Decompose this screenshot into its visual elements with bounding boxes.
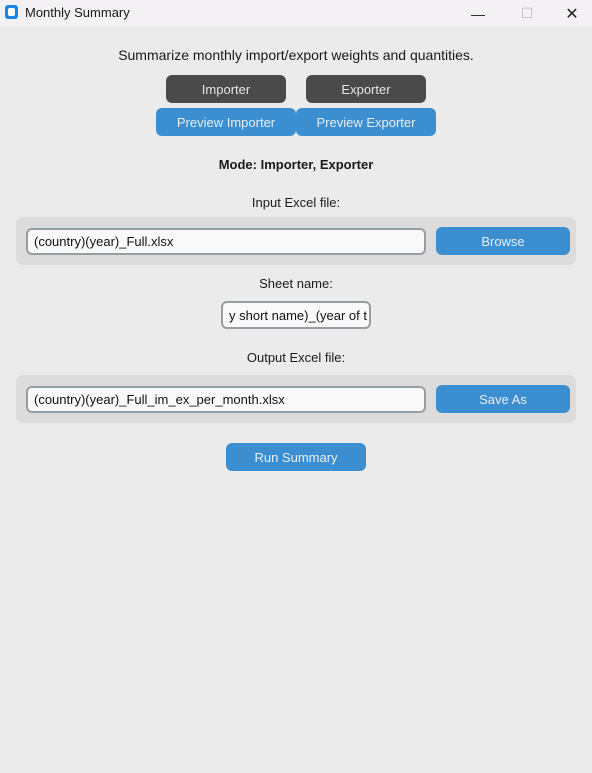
input-file-field[interactable]: (country)(year)_Full.xlsx xyxy=(26,228,426,255)
window-title: Monthly Summary xyxy=(25,5,130,20)
preview-importer-button[interactable]: Preview Importer xyxy=(156,108,296,136)
browse-button[interactable]: Browse xyxy=(436,227,570,255)
minimize-button[interactable]: — xyxy=(455,0,501,27)
preview-exporter-button[interactable]: Preview Exporter xyxy=(296,108,436,136)
input-file-label: Input Excel file: xyxy=(251,195,341,210)
close-button[interactable]: ✕ xyxy=(549,0,592,27)
output-file-label: Output Excel file: xyxy=(246,350,346,365)
description-text: Summarize monthly import/export weights … xyxy=(118,47,474,63)
app-icon xyxy=(5,5,18,19)
save-as-button[interactable]: Save As xyxy=(436,385,570,413)
maximize-button[interactable]: ☐ xyxy=(504,0,550,27)
output-file-field[interactable]: (country)(year)_Full_im_ex_per_month.xls… xyxy=(26,386,426,413)
exporter-button[interactable]: Exporter xyxy=(306,75,426,103)
mode-label: Mode: Importer, Exporter xyxy=(218,157,374,172)
importer-button[interactable]: Importer xyxy=(166,75,286,103)
run-summary-button[interactable]: Run Summary xyxy=(226,443,366,471)
sheet-name-label: Sheet name: xyxy=(259,276,333,291)
sheet-name-field[interactable]: y short name)_(year of t xyxy=(221,301,371,329)
